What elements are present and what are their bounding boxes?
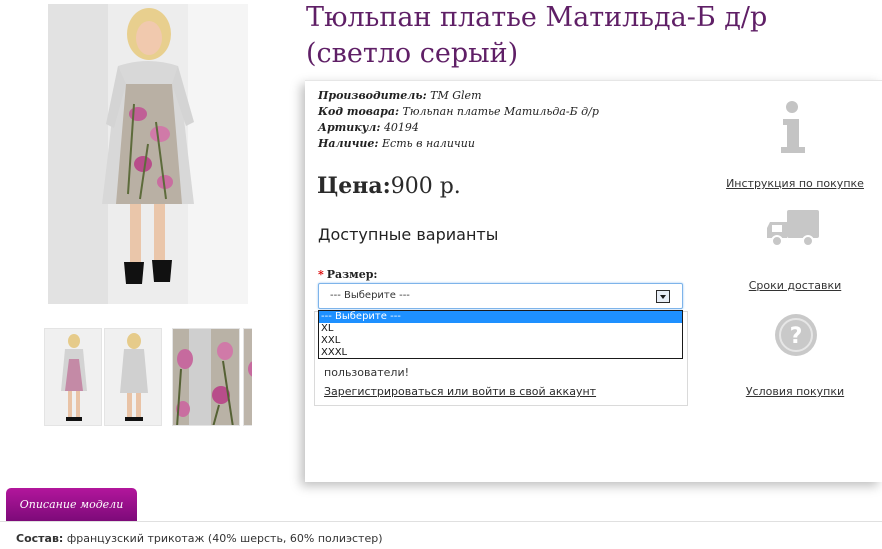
thumbnail-back[interactable]: [104, 328, 162, 426]
svg-text:?: ?: [790, 324, 803, 349]
info-icon: [781, 101, 805, 153]
size-label: * Размер:: [318, 268, 378, 281]
purchase-instructions: Инструкция по покупке: [725, 97, 865, 190]
product-info-panel: Производитель: ТМ Glem Код товара: Тюльп…: [305, 80, 882, 482]
register-login-link[interactable]: Зарегистрироваться или войти в свой акка…: [324, 385, 596, 398]
tab-divider: [0, 521, 882, 522]
thumbnail-strip: [44, 328, 252, 426]
meta-manufacturer: Производитель: ТМ Glem: [318, 89, 482, 102]
product-price: Цена:900 р.: [317, 173, 461, 199]
variants-heading: Доступные варианты: [318, 225, 499, 244]
meta-product-code: Код товара: Тюльпан платье Матильда-Б д/…: [318, 105, 599, 118]
delivery-terms-link[interactable]: Сроки доставки: [725, 279, 865, 292]
size-option[interactable]: --- Выберите ---: [319, 311, 682, 323]
meta-article: Артикул: 40194: [318, 121, 419, 134]
delivery-terms: Сроки доставки: [725, 208, 865, 292]
meta-availability: Наличие: Есть в наличии: [318, 137, 475, 150]
purchase-conditions: ? Условия покупки: [725, 311, 865, 398]
size-option[interactable]: XXXL: [319, 347, 682, 359]
thumbnail-front[interactable]: [44, 328, 102, 426]
composition-text: Состав: французский трикотаж (40% шерсть…: [16, 532, 383, 545]
size-select-value: --- Выберите ---: [330, 290, 410, 301]
purchase-instructions-link[interactable]: Инструкция по покупке: [725, 177, 865, 190]
product-title: Тюльпан платье Матильда-Б д/р (светло се…: [306, 2, 768, 69]
size-dropdown-list: --- Выберите --- XL XXL XXXL: [318, 310, 683, 359]
purchase-conditions-link[interactable]: Условия покупки: [725, 385, 865, 398]
size-select[interactable]: --- Выберите ---: [318, 283, 683, 309]
chevron-down-icon[interactable]: [656, 290, 670, 303]
manufacturer-link[interactable]: ТМ Glem: [430, 89, 481, 102]
question-icon: ?: [775, 314, 817, 356]
thumbnail-extra[interactable]: [243, 328, 252, 426]
product-meta: Производитель: ТМ Glem Код товара: Тюльп…: [318, 88, 599, 152]
thumbnail-fabric-detail[interactable]: [172, 328, 240, 426]
size-option[interactable]: XL: [319, 323, 682, 335]
required-mark: *: [318, 268, 324, 281]
tab-description[interactable]: Описание модели: [6, 488, 137, 521]
delivery-truck-icon: [767, 210, 819, 247]
notice-text: пользователи!: [324, 366, 410, 379]
size-option[interactable]: XXL: [319, 335, 682, 347]
product-main-image[interactable]: [48, 4, 248, 304]
